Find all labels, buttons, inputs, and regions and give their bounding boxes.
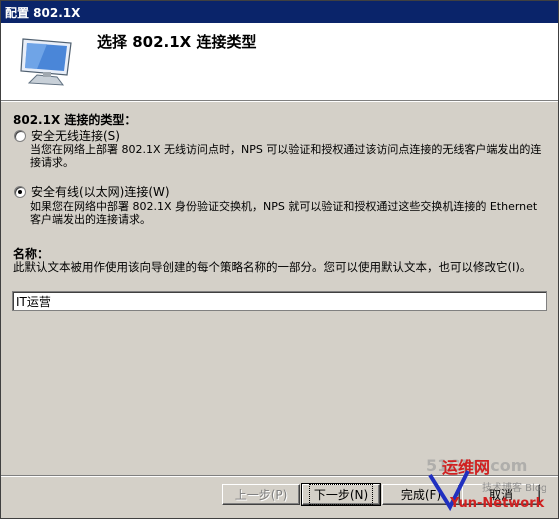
radio-wired-button[interactable] (14, 185, 26, 198)
back-button[interactable]: 上一步(P) (222, 484, 300, 505)
wired-description: 如果您在网络中部署 802.1X 身份验证交换机，NPS 就可以验证和授权通过这… (30, 200, 538, 226)
title-bar[interactable]: 配置 802.1X (1, 1, 558, 23)
radio-wired-label[interactable]: 安全有线(以太网)连接(W) (31, 183, 170, 200)
policy-name-input[interactable] (12, 291, 547, 311)
next-button[interactable]: 下一步(N) (301, 483, 381, 506)
header-title: 选择 802.1X 连接类型 (97, 33, 257, 51)
watermark-line3: Yun-Network (449, 496, 545, 511)
connection-type-label: 802.1X 连接的类型： (13, 113, 137, 127)
radio-wired[interactable]: 安全有线(以太网)连接(W) (14, 183, 170, 200)
radio-wireless-label[interactable]: 安全无线连接(S) (31, 127, 120, 144)
radio-wireless[interactable]: 安全无线连接(S) (14, 127, 120, 144)
window-title: 配置 802.1X (5, 5, 81, 20)
name-description: 此默认文本被用作使用该向导创建的每个策略名称的一部分。您可以使用默认文本，也可以… (13, 260, 532, 274)
wireless-description: 当您在网络上部署 802.1X 无线访问点时，NPS 可以验证和授权通过该访问点… (30, 143, 542, 169)
watermark-logo: 51CTO.com 运维网 技术博客 Blog Yun-Network (426, 456, 546, 512)
watermark-line2: 技术博客 Blog (482, 481, 546, 494)
wizard-window: 配置 802.1X 选择 802.1X 连接类型 802.1X 连接的类型： 安… (0, 0, 559, 519)
header-divider (1, 101, 558, 102)
wizard-header: 选择 802.1X 连接类型 (1, 23, 558, 101)
computer-monitor-icon (20, 38, 72, 86)
radio-wireless-button[interactable] (14, 129, 26, 142)
